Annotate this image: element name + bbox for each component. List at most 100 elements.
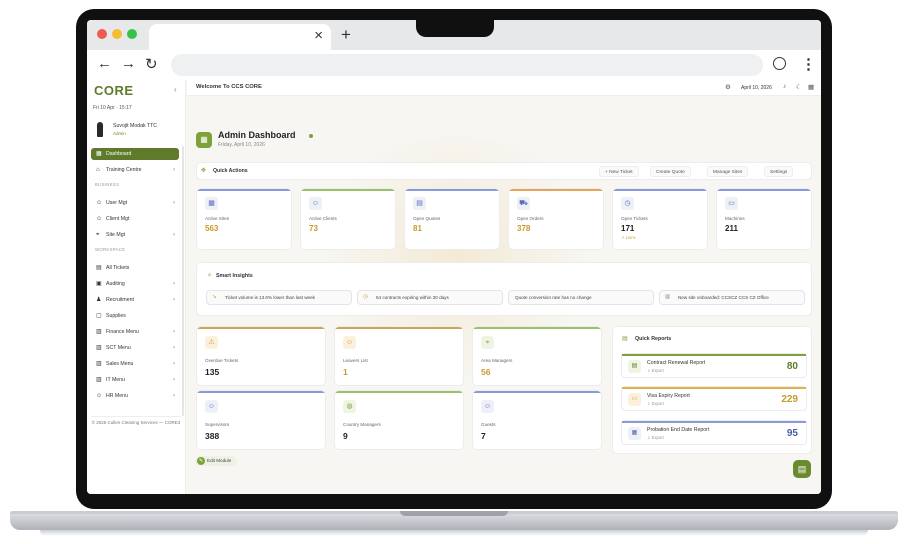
sidebar-item-supplies[interactable]: ▢ Supplies [91,310,179,322]
card-value: 1 [343,367,348,377]
sidebar-item-finance-menu[interactable]: ▥ Finance Menu › [91,326,179,338]
new-ticket-button[interactable]: + New Ticket [599,166,639,177]
app-root: CORE ‹ Fri 10 Apr · 15:17 Suvojit Modak … [87,80,821,494]
clock-icon: ◷ [363,294,368,300]
bell-icon[interactable]: ♪ [783,83,786,90]
sidebar-item-label: Site Mgt [106,232,126,238]
settings-gear-icon[interactable]: ⚙ [725,83,731,91]
insight-pill[interactable]: ◷ 54 contracts expiring within 30 days [357,290,503,305]
report-item[interactable]: ▭ Visa Expiry Report ⇩ Export 229 [621,386,807,411]
building-icon: ▥ [96,377,102,383]
screen: × + ← → ↻ ☆ ⋮ CORE ‹ Fri 10 Apr · 15:17 … [87,20,821,494]
sidebar-item-all-tickets[interactable]: ▤ All Tickets [91,262,179,274]
logo-text: CORE [94,83,134,98]
sidebar-item-it-menu[interactable]: ▥ IT Menu › [91,374,179,386]
sidebar-item-client-mgt[interactable]: ☺ Client Mgt [91,213,179,225]
box-icon: ▢ [96,313,102,319]
grid-icon[interactable]: ▦ [808,83,814,91]
recruitment-icon: ♟ [96,297,102,303]
welcome-title: Welcome To CCS CORE [196,84,262,90]
location-icon: ⌖ [96,232,100,238]
building-icon: ▥ [96,361,102,367]
stat-icon: ▤ [413,197,426,210]
report-item[interactable]: ▦ Probation End Date Report ⇩ Export 95 [621,420,807,445]
sidebar-item-label: All Tickets [106,265,130,271]
settings-button[interactable]: Settings [764,166,794,177]
stat-card[interactable]: ▦ Active Sites 563 [196,188,292,250]
report-name: Contract Renewal Report [647,360,706,366]
insight-pill[interactable]: ↘ Ticket volume is 13.6% lower than last … [206,290,352,305]
chevron-right-icon: › [173,200,175,206]
overview-card[interactable]: ◍ Country Managers 9 [334,390,464,450]
create-quote-button[interactable]: Create Quote [650,166,691,177]
report-icon: ▤ [628,360,641,373]
report-item[interactable]: ▤ Contract Renewal Report ⇩ Export 80 [621,353,807,378]
sidebar-item-hr-menu[interactable]: ☺ HR Menu › [91,390,179,402]
top-bar: Welcome To CCS CORE ⚙ April 10, 2026 ♪ ☾… [187,80,821,96]
stat-card[interactable]: ⛟ Open Orders 378 [508,188,604,250]
back-button[interactable]: ← [97,55,112,72]
collapse-sidebar-icon[interactable]: ‹ [174,85,177,94]
tab-close-icon[interactable]: × [314,27,323,44]
card-label: Leavers List [343,358,368,363]
minimize-window-button[interactable] [112,29,122,39]
chat-icon[interactable]: ▤ [793,460,811,478]
insight-pill[interactable]: ▥ New site onboarded: CCSCZ CCS CZ Office [659,290,805,305]
reload-button[interactable]: ↻ [145,55,158,73]
laptop-lip [400,511,508,516]
page-subtitle: Friday, April 10, 2026 [218,142,265,148]
stat-card[interactable]: ◷ Open Tickets 171 ↗ 100% [612,188,708,250]
close-window-button[interactable] [97,29,107,39]
insight-pill[interactable]: Quote conversion rate has no change [508,290,654,305]
profile-icon[interactable] [773,57,786,70]
card-value: 9 [343,431,348,441]
sidebar-item-sct-menu[interactable]: ▥ SCT Menu › [91,342,179,354]
user-profile[interactable]: Suvojit Modak TTC Admin [93,120,181,140]
insight-text: New site onboarded: CCSCZ CCS CZ Office [678,295,769,300]
browser-menu-icon[interactable]: ⋮ [801,55,816,73]
sidebar-item-site-mgt[interactable]: ⌖ Site Mgt › [91,229,179,241]
sidebar-item-user-mgt[interactable]: ☺ User Mgt › [91,197,179,209]
export-link[interactable]: ⇩ Export [647,401,664,406]
sidebar-scrollbar[interactable] [182,146,184,416]
forward-button[interactable]: → [121,55,136,72]
edit-module-button[interactable]: ✎ Edit Module [195,456,238,466]
card-label: Supervisors [205,422,230,427]
moon-icon[interactable]: ☾ [796,83,802,91]
card-label: Country Managers [343,422,381,427]
stat-card[interactable]: ☺ Active Clients 73 [300,188,396,250]
stat-label: Machines [725,216,745,221]
manage-sites-button[interactable]: Manage Sites [707,166,749,177]
sidebar-item-sales-menu[interactable]: ▥ Sales Menu › [91,358,179,370]
page-title: Admin Dashboard [218,130,296,140]
overview-card[interactable]: ☺ Leavers List 1 [334,326,464,386]
core-logo[interactable]: CORE [94,83,134,98]
stat-label: Open Orders [517,216,544,221]
overview-card[interactable]: ☺ Guests 7 [472,390,602,450]
overview-card[interactable]: ⚠ Overdue Tickets 135 [196,326,326,386]
sidebar-item-recruitment[interactable]: ♟ Recruitment › [91,294,179,306]
maximize-window-button[interactable] [127,29,137,39]
sidebar-item-label: Client Mgt [106,216,130,222]
quick-reports-panel: ▤ Quick Reports ▤ Contract Renewal Repor… [612,326,812,454]
stat-icon: ☺ [309,197,322,210]
card-accent-bar [473,391,601,393]
overview-card[interactable]: ⌖ Area Managers 56 [472,326,602,386]
quick-reports-title: Quick Reports [635,336,672,342]
dashboard-icon: ▦ [196,132,212,148]
building-icon: ▥ [96,345,102,351]
stat-card[interactable]: ▭ Machines 211 [716,188,812,250]
sidebar-item-dashboard[interactable]: ▦ Dashboard [91,148,179,160]
avatar [97,122,103,137]
browser-tab[interactable]: × [149,24,331,50]
card-icon: ◍ [343,400,356,413]
overview-card[interactable]: ☺ Supervisors 388 [196,390,326,450]
new-tab-button[interactable]: + [341,25,351,45]
export-link[interactable]: ⇩ Export [647,435,664,440]
sidebar-item-training-centre[interactable]: ⌂ Training Centre › [91,164,179,176]
export-link[interactable]: ⇩ Export [647,368,664,373]
sidebar-item-auditing[interactable]: ▣ Auditing › [91,278,179,290]
stat-card[interactable]: ▤ Open Quotes 81 [404,188,500,250]
card-accent-bar [335,391,463,393]
address-bar[interactable]: ☆ [171,54,763,76]
